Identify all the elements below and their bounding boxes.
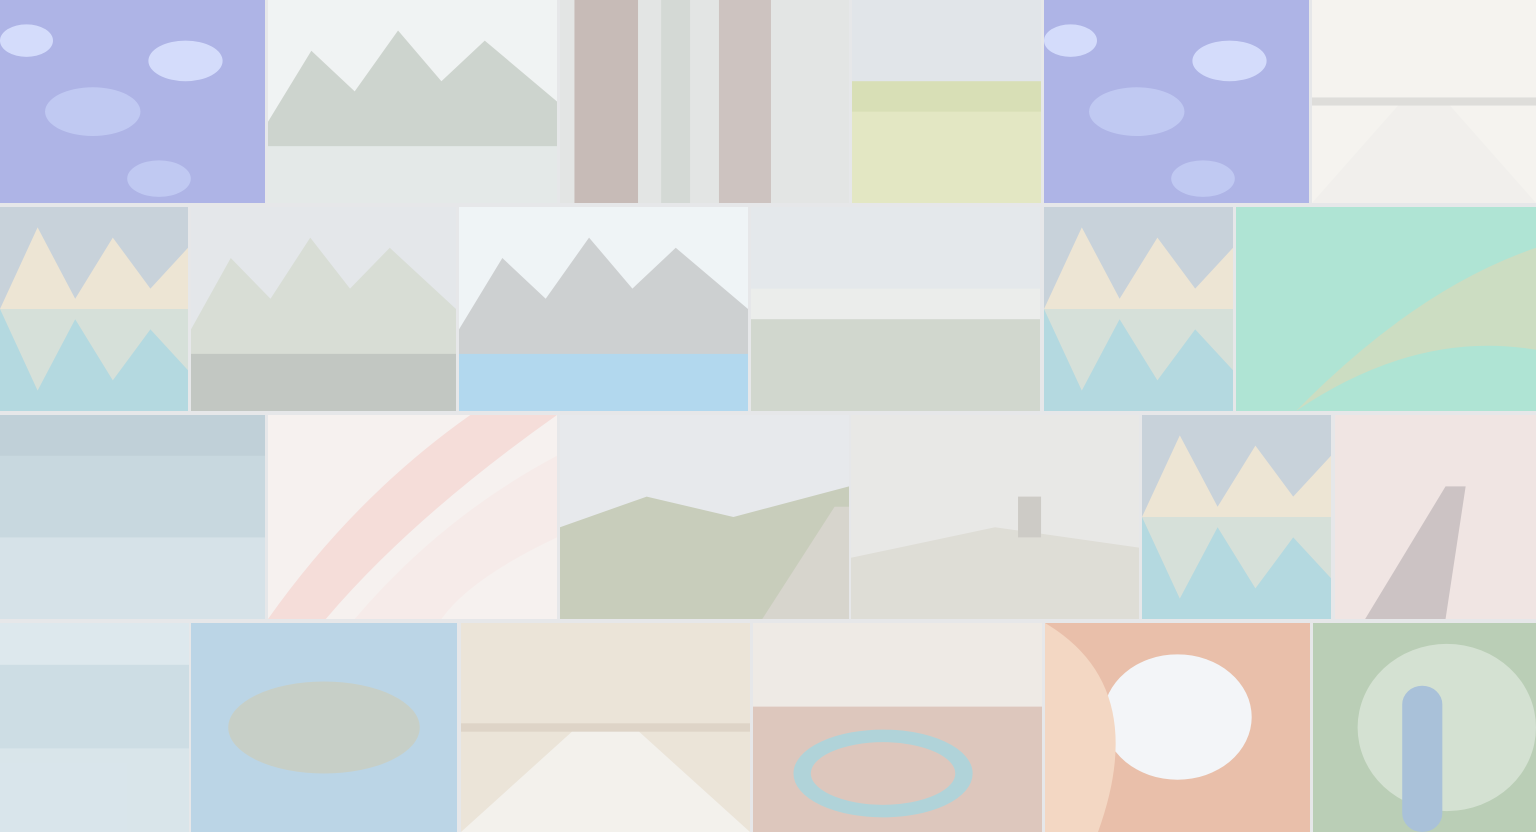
gallery-thumbnail-grassland[interactable] [852, 0, 1041, 203]
gallery-thumbnail-redwood-forest[interactable] [560, 0, 849, 203]
thumbnail-image [1044, 207, 1233, 411]
gallery-thumbnail-elk-hills[interactable] [851, 415, 1139, 619]
thumbnail-image [0, 415, 265, 619]
gallery-thumbnail-jellyfish[interactable] [1044, 0, 1309, 203]
gallery-thumbnail-horseshoe-bend[interactable] [753, 623, 1042, 832]
thumbnail-image [560, 0, 849, 203]
photo-gallery-grid [0, 0, 1536, 832]
gallery-thumbnail-lake-reflection[interactable] [0, 207, 188, 411]
gallery-thumbnail-underwater[interactable] [0, 623, 189, 832]
gallery-thumbnail-pink-petal[interactable] [268, 415, 557, 619]
thumbnail-image [1045, 623, 1310, 832]
gallery-thumbnail-foggy-valley[interactable] [751, 207, 1040, 411]
thumbnail-image [560, 415, 849, 619]
thumbnail-image [751, 207, 1040, 411]
gallery-thumbnail-lake-reflection[interactable] [1044, 207, 1233, 411]
thumbnail-image [191, 623, 457, 832]
gallery-thumbnail-peacock[interactable] [1313, 623, 1536, 832]
thumbnail-image [1044, 0, 1309, 203]
thumbnail-image [852, 0, 1041, 203]
thumbnail-image [268, 415, 557, 619]
thumbnail-image [1313, 623, 1536, 832]
gallery-thumbnail-alpine-valley[interactable] [268, 0, 557, 203]
thumbnail-image [0, 207, 188, 411]
gallery-thumbnail-lake-reflection[interactable] [1142, 415, 1331, 619]
thumbnail-image [1236, 207, 1536, 411]
thumbnail-image [753, 623, 1042, 832]
gallery-thumbnail-road-landscape[interactable] [560, 415, 849, 619]
gallery-thumbnail-night-sky[interactable] [0, 415, 265, 619]
gallery-thumbnail-kelp-leaf[interactable] [1236, 207, 1536, 411]
thumbnail-image [268, 0, 557, 203]
thumbnail-image [459, 207, 748, 411]
gallery-thumbnail-island-aerial[interactable] [191, 623, 457, 832]
thumbnail-image [1312, 0, 1536, 203]
thumbnail-image [1335, 415, 1536, 619]
gallery-thumbnail-antelope-canyon[interactable] [1045, 623, 1310, 832]
thumbnail-image [0, 623, 189, 832]
thumbnail-image [191, 207, 456, 411]
gallery-thumbnail-jellyfish[interactable] [0, 0, 265, 203]
gallery-thumbnail-pier-sunset[interactable] [1335, 415, 1536, 619]
thumbnail-image [461, 623, 750, 832]
gallery-thumbnail-bright-boardwalk[interactable] [461, 623, 750, 832]
thumbnail-image [851, 415, 1139, 619]
gallery-thumbnail-moraine-lake[interactable] [459, 207, 748, 411]
thumbnail-image [1142, 415, 1331, 619]
gallery-thumbnail-mountain-ridge[interactable] [191, 207, 456, 411]
gallery-thumbnail-palm-road[interactable] [1312, 0, 1536, 203]
thumbnail-image [0, 0, 265, 203]
